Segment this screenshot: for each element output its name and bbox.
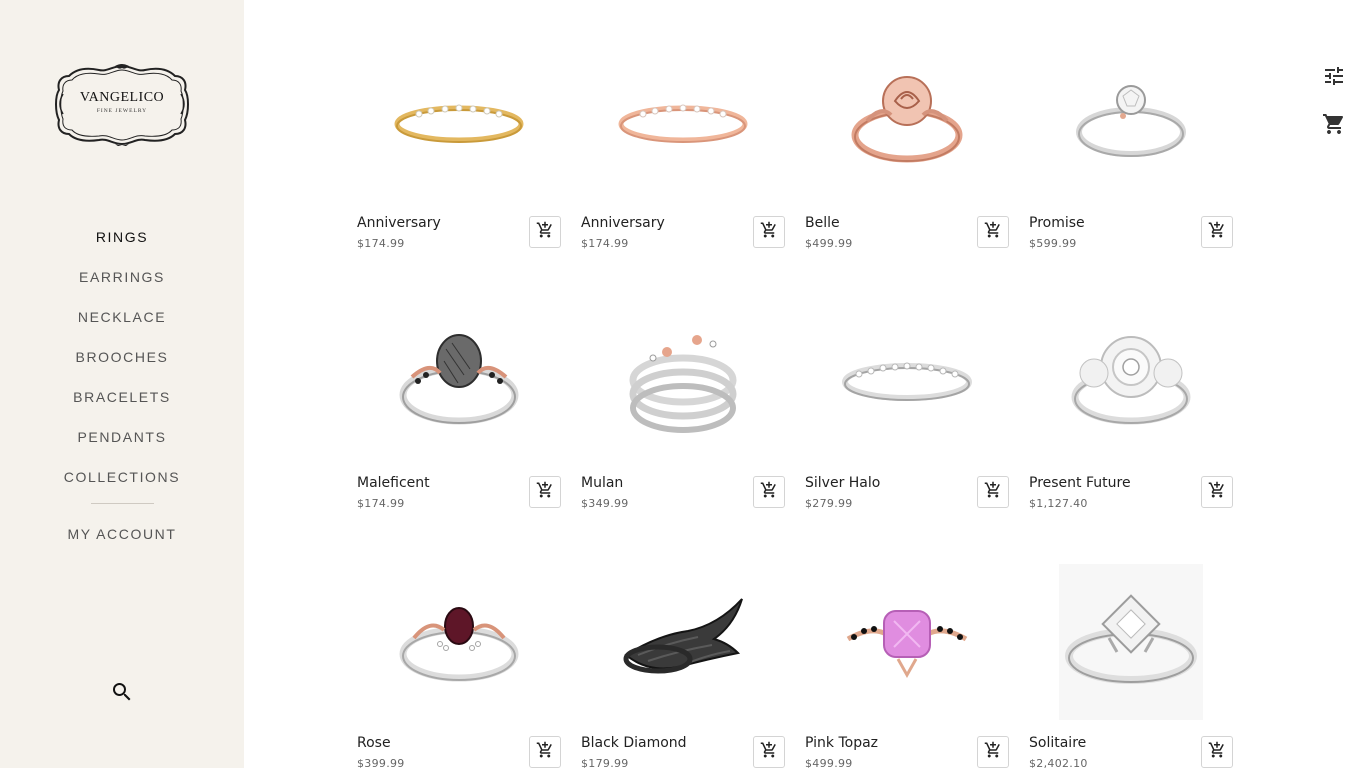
add-shopping-cart-icon [984,741,1002,764]
product-price: $174.99 [357,497,405,510]
product-image-ring[interactable] [829,570,985,710]
nav-item-pendants[interactable]: PENDANTS [0,422,244,462]
add-shopping-cart-icon [760,741,778,764]
add-shopping-cart-icon [1208,221,1226,244]
add-shopping-cart-icon [1208,741,1226,764]
add-shopping-cart-icon [984,481,1002,504]
add-shopping-cart-icon [536,741,554,764]
product-card[interactable]: Silver Halo $279.99 [805,300,1009,540]
product-name: Silver Halo [805,475,881,491]
add-to-cart-button[interactable] [1201,476,1233,508]
add-to-cart-button[interactable] [753,736,785,768]
product-card[interactable]: Rose $399.99 [357,560,561,768]
nav-item-necklace[interactable]: NECKLACE [0,302,244,342]
product-image-ring[interactable] [381,570,537,710]
nav-item-bracelets[interactable]: BRACELETS [0,382,244,422]
product-card[interactable]: Present Future $1,127.40 [1029,300,1233,540]
product-price: $349.99 [581,497,629,510]
product-card[interactable]: Anniversary $174.99 [357,40,561,280]
product-image-ring[interactable] [829,310,985,450]
add-to-cart-button[interactable] [529,476,561,508]
add-to-cart-button[interactable] [753,476,785,508]
product-grid: Anniversary $174.99 Anniversary $174.99 … [357,40,1237,768]
add-to-cart-button[interactable] [529,216,561,248]
add-shopping-cart-icon [760,481,778,504]
product-image-ring[interactable] [381,310,537,450]
product-card[interactable]: Maleficent $174.99 [357,300,561,540]
nav-divider [91,503,154,504]
product-card[interactable]: Promise $599.99 [1029,40,1233,280]
add-shopping-cart-icon [536,221,554,244]
product-name: Pink Topaz [805,735,879,751]
product-price: $2,402.10 [1029,757,1088,768]
product-image-ring[interactable] [1059,564,1203,720]
product-name: Anniversary [581,215,665,231]
product-price: $599.99 [1029,237,1077,250]
product-image-ring[interactable] [605,50,761,190]
nav-item-collections[interactable]: COLLECTIONS [0,462,244,502]
tune-icon[interactable] [1322,64,1346,88]
product-image-ring[interactable] [829,50,985,190]
product-card[interactable]: Solitaire $2,402.10 [1029,560,1233,768]
product-name: Promise [1029,215,1085,231]
product-card[interactable]: Black Diamond $179.99 [581,560,785,768]
product-card[interactable]: Belle $499.99 [805,40,1009,280]
nav-item-rings[interactable]: RINGS [0,222,244,262]
add-to-cart-button[interactable] [1201,736,1233,768]
product-image-ring[interactable] [381,50,537,190]
product-price: $174.99 [357,237,405,250]
product-name: Present Future [1029,475,1131,491]
product-name: Maleficent [357,475,430,491]
product-image-ring[interactable] [1053,50,1209,190]
add-to-cart-button[interactable] [753,216,785,248]
add-to-cart-button[interactable] [1201,216,1233,248]
add-to-cart-button[interactable] [977,736,1009,768]
product-name: Belle [805,215,840,231]
product-price: $1,127.40 [1029,497,1088,510]
add-to-cart-button[interactable] [977,476,1009,508]
my-account-link[interactable]: MY ACCOUNT [0,524,244,544]
product-name: Anniversary [357,215,441,231]
nav-item-earrings[interactable]: EARRINGS [0,262,244,302]
product-name: Black Diamond [581,735,687,751]
shopping-cart-icon[interactable] [1322,112,1346,136]
product-price: $179.99 [581,757,629,768]
brand-logo[interactable]: VANGELICO FINE JEWELRY [55,64,189,146]
product-card[interactable]: Pink Topaz $499.99 [805,560,1009,768]
product-image-ring[interactable] [1053,310,1209,450]
product-card[interactable]: Anniversary $174.99 [581,40,785,280]
nav-item-brooches[interactable]: BROOCHES [0,342,244,382]
add-to-cart-button[interactable] [529,736,561,768]
product-image-ring[interactable] [605,570,761,710]
product-card[interactable]: Mulan $349.99 [581,300,785,540]
sidebar: VANGELICO FINE JEWELRY RINGS EARRINGS NE… [0,0,244,768]
search-icon[interactable] [110,680,134,704]
brand-tagline: FINE JEWELRY [96,108,148,114]
product-image-ring[interactable] [605,310,761,450]
product-name: Solitaire [1029,735,1087,751]
add-shopping-cart-icon [536,481,554,504]
product-price: $499.99 [805,237,853,250]
add-to-cart-button[interactable] [977,216,1009,248]
product-name: Mulan [581,475,624,491]
product-price: $279.99 [805,497,853,510]
add-shopping-cart-icon [1208,481,1226,504]
product-price: $499.99 [805,757,853,768]
brand-name: VANGELICO [79,90,165,105]
product-price: $174.99 [581,237,629,250]
category-nav: RINGS EARRINGS NECKLACE BROOCHES BRACELE… [0,222,244,502]
product-name: Rose [357,735,391,751]
add-shopping-cart-icon [984,221,1002,244]
product-price: $399.99 [357,757,405,768]
add-shopping-cart-icon [760,221,778,244]
